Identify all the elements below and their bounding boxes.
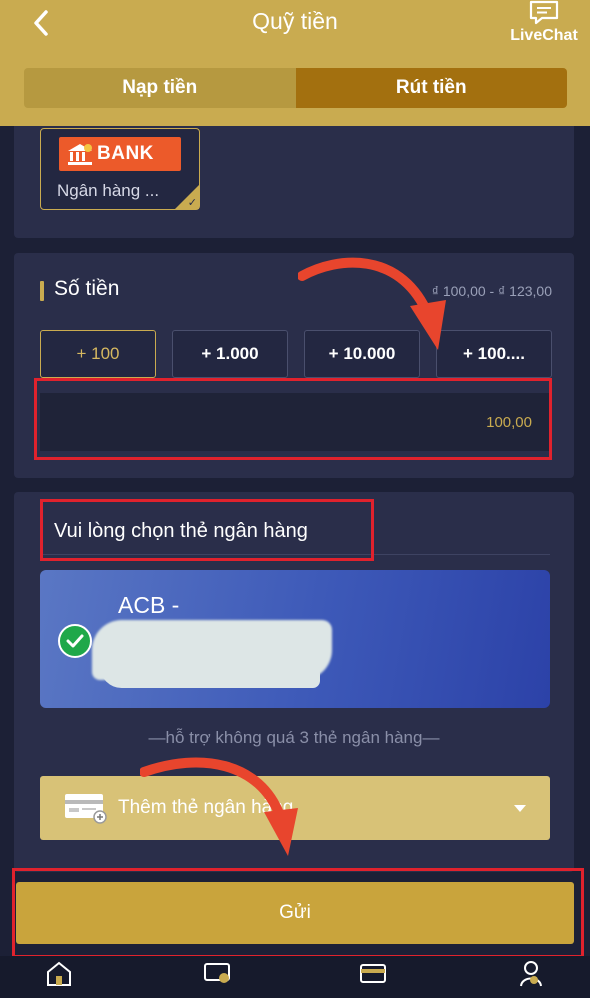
ticket-icon[interactable] [202,958,232,988]
annotation-box-amount [34,378,552,460]
livechat-button[interactable]: LiveChat [502,0,586,48]
bank-method-option[interactable]: BANK Ngân hàng ... ✓ [40,128,200,210]
amount-chip-100000[interactable]: + 100.... [436,330,552,378]
amount-chips: + 100 + 1.000 + 10.000 + 100.... [40,330,552,378]
bank-method-name: Ngân hàng ... [57,181,160,200]
support-note: —hỗ trợ không quá 3 thẻ ngân hàng— [148,728,440,747]
add-card-label: Thêm thẻ ngân hàng [118,797,294,818]
bank-logo-text: BANK [97,143,154,164]
amount-chip-1000[interactable]: + 1.000 [172,330,288,378]
tab-deposit[interactable]: Nạp tiền [24,68,296,108]
amount-chip-10000[interactable]: + 10.000 [304,330,420,378]
amount-range: ₫ 100,00 - ₫ 123,00 [431,283,552,299]
annotation-box-submit [12,868,584,958]
bottom-nav [0,956,590,998]
check-circle-icon [58,624,92,658]
chat-bubble-icon [529,0,559,25]
tab-bar: Nạp tiền Rút tiền [24,68,567,108]
payment-method-panel: BANK Ngân hàng ... ✓ [14,126,574,238]
app-header: Quỹ tiền LiveChat Nạp tiền Rút tiền [0,0,590,126]
section-marker [40,281,44,301]
home-icon[interactable] [44,958,74,988]
redacted-account-2 [100,652,320,688]
bank-card-name: ACB - [118,592,180,618]
add-bank-card-button[interactable]: Thêm thẻ ngân hàng [40,776,550,840]
profile-icon[interactable] [516,958,546,988]
bank-logo: BANK [59,137,181,171]
bank-building-icon [68,144,92,165]
livechat-label: LiveChat [510,27,578,44]
check-icon: ✓ [187,197,197,209]
tab-withdraw[interactable]: Rút tiền [295,68,567,108]
chevron-down-icon [514,805,526,812]
card-icon[interactable] [358,958,388,988]
bank-card-acb[interactable]: ACB - [40,570,550,708]
amount-title: Số tiền [54,277,120,300]
amount-chip-100[interactable]: + 100 [40,330,156,378]
annotation-box-card-title [40,499,374,561]
add-card-icon [65,794,107,824]
